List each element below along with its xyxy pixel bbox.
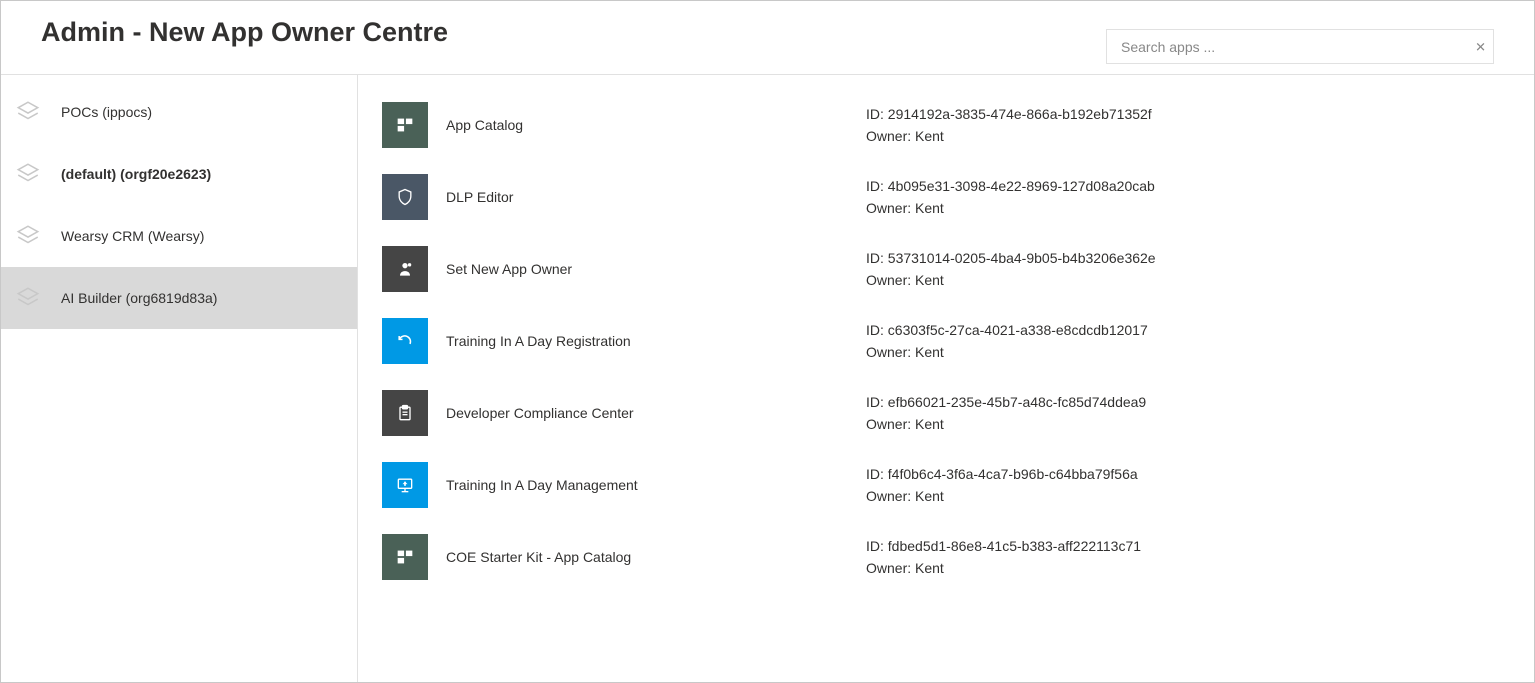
environment-label: POCs (ippocs) xyxy=(61,104,152,120)
app-id: ID: efb66021-235e-45b7-a48c-fc85d74ddea9 xyxy=(866,391,1504,413)
app-window: Admin - New App Owner Centre ✕ POCs (ipp… xyxy=(0,0,1535,683)
layers-icon xyxy=(13,285,43,311)
app-meta: ID: 2914192a-3835-474e-866a-b192eb71352f… xyxy=(866,103,1504,148)
app-name: App Catalog xyxy=(446,117,866,133)
app-id: ID: 4b095e31-3098-4e22-8969-127d08a20cab xyxy=(866,175,1504,197)
environment-label: (default) (orgf20e2623) xyxy=(61,166,211,182)
environment-item[interactable]: AI Builder (org6819d83a) xyxy=(1,267,357,329)
environment-item[interactable]: POCs (ippocs) xyxy=(1,81,357,143)
app-meta: ID: 53731014-0205-4ba4-9b05-b4b3206e362e… xyxy=(866,247,1504,292)
app-owner: Owner: Kent xyxy=(866,125,1504,147)
app-meta: ID: 4b095e31-3098-4e22-8969-127d08a20cab… xyxy=(866,175,1504,220)
app-owner: Owner: Kent xyxy=(866,341,1504,363)
app-owner: Owner: Kent xyxy=(866,557,1504,579)
search-input[interactable] xyxy=(1106,29,1494,64)
body: POCs (ippocs) (default) (orgf20e2623) Wear… xyxy=(1,75,1534,682)
app-owner: Owner: Kent xyxy=(866,197,1504,219)
app-id: ID: f4f0b6c4-3f6a-4ca7-b96b-c64bba79f56a xyxy=(866,463,1504,485)
app-tile-icon xyxy=(382,390,428,436)
environment-sidebar: POCs (ippocs) (default) (orgf20e2623) Wear… xyxy=(1,75,358,682)
app-meta: ID: f4f0b6c4-3f6a-4ca7-b96b-c64bba79f56a… xyxy=(866,463,1504,508)
app-meta: ID: efb66021-235e-45b7-a48c-fc85d74ddea9… xyxy=(866,391,1504,436)
layers-icon xyxy=(13,99,43,125)
app-id: ID: fdbed5d1-86e8-41c5-b383-aff222113c71 xyxy=(866,535,1504,557)
app-list: App CatalogID: 2914192a-3835-474e-866a-b… xyxy=(358,75,1534,682)
app-row[interactable]: Training In A Day ManagementID: f4f0b6c4… xyxy=(382,449,1504,521)
header: Admin - New App Owner Centre ✕ xyxy=(1,1,1534,75)
environment-item[interactable]: (default) (orgf20e2623) xyxy=(1,143,357,205)
app-tile-icon xyxy=(382,246,428,292)
app-row[interactable]: DLP EditorID: 4b095e31-3098-4e22-8969-12… xyxy=(382,161,1504,233)
app-id: ID: c6303f5c-27ca-4021-a338-e8cdcdb12017 xyxy=(866,319,1504,341)
app-row[interactable]: Developer Compliance CenterID: efb66021-… xyxy=(382,377,1504,449)
layers-icon xyxy=(13,161,43,187)
environment-item[interactable]: Wearsy CRM (Wearsy) xyxy=(1,205,357,267)
app-id: ID: 53731014-0205-4ba4-9b05-b4b3206e362e xyxy=(866,247,1504,269)
app-name: COE Starter Kit - App Catalog xyxy=(446,549,866,565)
layers-icon xyxy=(13,223,43,249)
app-owner: Owner: Kent xyxy=(866,413,1504,435)
app-tile-icon xyxy=(382,318,428,364)
app-name: Training In A Day Management xyxy=(446,477,866,493)
app-name: Set New App Owner xyxy=(446,261,866,277)
clear-search-icon[interactable]: ✕ xyxy=(1475,40,1486,53)
app-row[interactable]: Set New App OwnerID: 53731014-0205-4ba4-… xyxy=(382,233,1504,305)
page-title: Admin - New App Owner Centre xyxy=(41,17,448,48)
app-row[interactable]: Training In A Day RegistrationID: c6303f… xyxy=(382,305,1504,377)
app-tile-icon xyxy=(382,102,428,148)
app-tile-icon xyxy=(382,534,428,580)
environment-label: Wearsy CRM (Wearsy) xyxy=(61,228,204,244)
app-id: ID: 2914192a-3835-474e-866a-b192eb71352f xyxy=(866,103,1504,125)
app-row[interactable]: App CatalogID: 2914192a-3835-474e-866a-b… xyxy=(382,89,1504,161)
app-name: Training In A Day Registration xyxy=(446,333,866,349)
app-owner: Owner: Kent xyxy=(866,269,1504,291)
app-name: Developer Compliance Center xyxy=(446,405,866,421)
search-container: ✕ xyxy=(1106,29,1494,64)
app-tile-icon xyxy=(382,174,428,220)
environment-label: AI Builder (org6819d83a) xyxy=(61,290,217,306)
app-meta: ID: c6303f5c-27ca-4021-a338-e8cdcdb12017… xyxy=(866,319,1504,364)
app-meta: ID: fdbed5d1-86e8-41c5-b383-aff222113c71… xyxy=(866,535,1504,580)
app-tile-icon xyxy=(382,462,428,508)
app-owner: Owner: Kent xyxy=(866,485,1504,507)
app-name: DLP Editor xyxy=(446,189,866,205)
app-row[interactable]: COE Starter Kit - App CatalogID: fdbed5d… xyxy=(382,521,1504,593)
